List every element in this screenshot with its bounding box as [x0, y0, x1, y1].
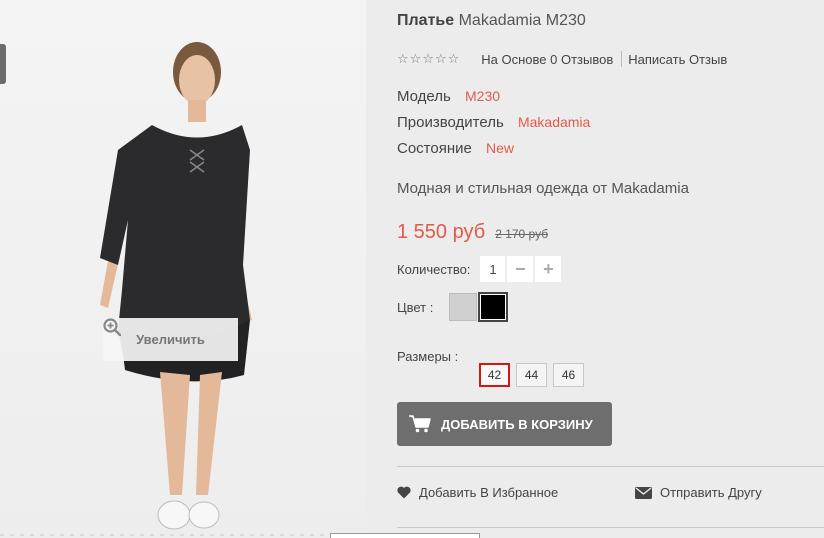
rating-row: ☆☆☆☆☆ На Основе 0 Отзывов Написать Отзыв — [397, 51, 727, 67]
zoom-button[interactable]: Увеличить — [103, 318, 238, 361]
add-to-cart-label: ДОБАВИТЬ В КОРЗИНУ — [441, 416, 593, 432]
heart-icon — [397, 486, 411, 499]
zoom-label: Увеличить — [136, 332, 205, 347]
product-title-type: Платье — [397, 12, 455, 29]
color-row: Цвет : — [397, 292, 509, 322]
wishlist-label: Добавить В Избранное — [419, 485, 559, 500]
color-swatch-grey[interactable] — [449, 293, 477, 321]
spec-label: Состояние — [397, 140, 472, 157]
cart-icon — [409, 415, 431, 433]
send-to-friend-label: Отправить Другу — [660, 485, 762, 500]
color-swatch-black[interactable] — [478, 292, 508, 322]
quantity-increase-button[interactable]: + — [535, 256, 562, 282]
product-title-name: Makadamia M230 — [458, 12, 586, 29]
product-description: Модная и стильная одежда от Makadamia — [397, 180, 689, 197]
color-label: Цвет : — [397, 299, 434, 315]
spec-model: Модель M230 — [397, 88, 500, 105]
size-option-46[interactable]: 46 — [553, 363, 584, 387]
spec-label: Производитель — [397, 114, 504, 131]
size-options: 42 44 46 — [479, 363, 584, 387]
add-to-wishlist-link[interactable]: Добавить В Избранное — [397, 485, 558, 500]
rating-stars-icon[interactable]: ☆☆☆☆☆ — [397, 51, 460, 67]
product-title: Платье Makadamia M230 — [397, 12, 586, 30]
sizes-label: Размеры : — [397, 349, 459, 364]
old-price: 2 170 руб — [495, 227, 549, 241]
spec-manufacturer: Производитель Makadamia — [397, 114, 590, 131]
current-price: 1 550 руб — [397, 221, 486, 243]
reviews-link[interactable]: На Основе 0 Отзывов — [481, 52, 613, 67]
model-illustration — [0, 42, 366, 536]
write-review-link[interactable]: Написать Отзыв — [628, 52, 727, 67]
spec-value: M230 — [465, 88, 501, 104]
add-to-cart-button[interactable]: ДОБАВИТЬ В КОРЗИНУ — [397, 402, 612, 446]
spec-value: New — [486, 140, 515, 156]
envelope-icon — [635, 486, 652, 499]
product-page: Увеличить Платье Makadamia M230 ☆☆☆☆☆ На… — [0, 0, 824, 538]
thumbnail-strip[interactable] — [330, 533, 480, 538]
size-option-44[interactable]: 44 — [516, 363, 547, 387]
price-row: 1 550 руб 2 170 руб — [397, 221, 548, 244]
size-option-42[interactable]: 42 — [479, 363, 510, 387]
spec-condition: Состояние New — [397, 140, 514, 157]
product-image[interactable]: Увеличить — [0, 0, 366, 538]
divider — [621, 51, 623, 67]
divider — [397, 527, 824, 528]
send-to-friend-link[interactable]: Отправить Другу — [635, 485, 762, 500]
divider — [397, 466, 824, 467]
quantity-label: Количество: — [397, 261, 471, 277]
zoom-in-icon — [103, 318, 121, 336]
spec-value[interactable]: Makadamia — [518, 114, 590, 130]
quantity-row: Количество: 1 − + — [397, 256, 562, 282]
quantity-input[interactable]: 1 — [480, 256, 506, 282]
spec-label: Модель — [397, 88, 451, 105]
quantity-decrease-button[interactable]: − — [507, 256, 534, 282]
